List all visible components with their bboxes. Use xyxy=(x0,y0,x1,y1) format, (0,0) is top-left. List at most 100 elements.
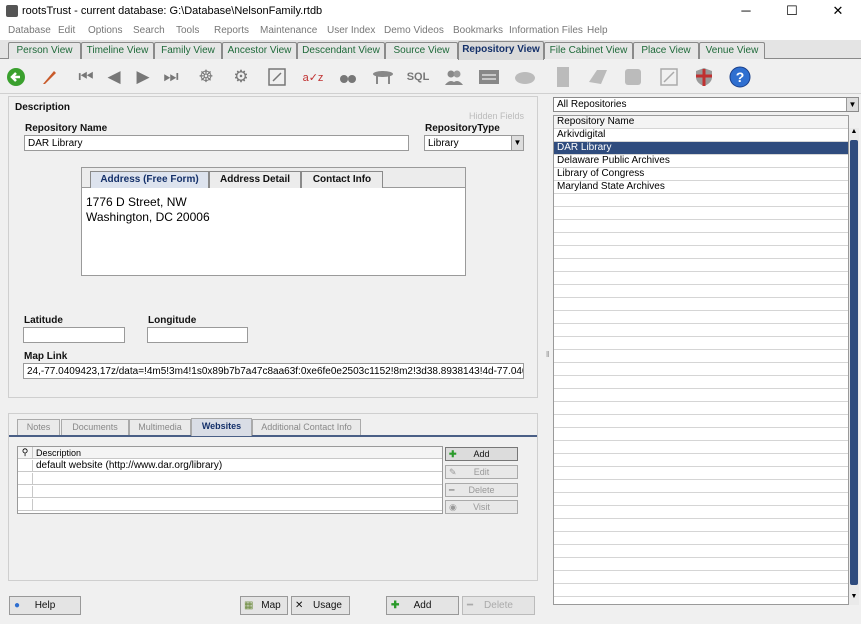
list-item[interactable]: Library of Congress xyxy=(554,168,848,181)
scroll-down-icon[interactable]: ▼ xyxy=(849,593,859,603)
last-record-icon[interactable]: ⏭ xyxy=(158,64,184,90)
empty-list-row xyxy=(554,259,848,272)
menu-tools[interactable]: Tools xyxy=(176,25,199,36)
menu-bookmarks[interactable]: Bookmarks xyxy=(453,25,503,36)
cloud-icon[interactable] xyxy=(512,64,538,90)
list-item[interactable]: Delaware Public Archives xyxy=(554,155,848,168)
maximize-button[interactable]: ☐ xyxy=(769,0,815,22)
shield-icon[interactable] xyxy=(691,64,717,90)
hidden-fields-label[interactable]: Hidden Fields xyxy=(469,111,524,121)
list-item[interactable]: Arkivdigital xyxy=(554,129,848,142)
elephant-icon[interactable] xyxy=(620,64,646,90)
gear-icon[interactable]: ⚙ xyxy=(228,64,254,90)
empty-list-row xyxy=(554,298,848,311)
table-row[interactable]: default website (http://www.dar.org/libr… xyxy=(18,460,442,472)
back-arrow-icon[interactable] xyxy=(3,64,29,90)
tab-family-view[interactable]: Family View xyxy=(154,42,222,59)
add-website-button[interactable]: ✚ Add xyxy=(445,447,518,461)
tab-place-view[interactable]: Place View xyxy=(633,42,699,59)
menu-maintenance[interactable]: Maintenance xyxy=(260,25,317,36)
map-button[interactable]: ▦ Map xyxy=(240,596,288,615)
ships-wheel-icon[interactable]: ☸ xyxy=(193,64,219,90)
longitude-input[interactable] xyxy=(147,327,248,343)
vertical-scrollbar[interactable]: ▲ ▼ xyxy=(849,128,859,605)
scroll-thumb[interactable] xyxy=(850,140,858,585)
table-cell[interactable]: default website (http://www.dar.org/libr… xyxy=(36,460,222,472)
latitude-input[interactable] xyxy=(23,327,125,343)
delete-website-label: Delete xyxy=(468,485,495,495)
tab-descendant-view[interactable]: Descendant View xyxy=(297,42,385,59)
menu-information-files[interactable]: Information Files xyxy=(509,25,583,36)
visit-website-button[interactable]: ◉ Visit xyxy=(445,500,518,514)
plus-icon: ✚ xyxy=(391,600,400,611)
scroll-up-icon[interactable]: ▲ xyxy=(849,128,859,138)
tab-address-detail[interactable]: Address Detail xyxy=(209,171,301,188)
minimize-button[interactable]: ─ xyxy=(723,0,769,22)
first-record-icon[interactable]: ⏮ xyxy=(73,64,99,90)
help-button[interactable]: ● Help xyxy=(9,596,81,615)
row-key-cell xyxy=(18,460,33,472)
quill-icon[interactable] xyxy=(36,64,62,90)
sql-icon[interactable]: SQL xyxy=(405,64,431,90)
tab-venue-view[interactable]: Venue View xyxy=(699,42,765,59)
spell-check-icon[interactable]: a✓z xyxy=(300,64,326,90)
menu-edit[interactable]: Edit xyxy=(58,25,75,36)
repository-name-input[interactable]: DAR Library xyxy=(24,135,409,151)
menu-demo-videos[interactable]: Demo Videos xyxy=(384,25,444,36)
menu-help[interactable]: Help xyxy=(587,25,608,36)
menu-database[interactable]: Database xyxy=(8,25,51,36)
menu-options[interactable]: Options xyxy=(88,25,122,36)
tab-address-free-form[interactable]: Address (Free Form) xyxy=(90,171,209,188)
table-row[interactable] xyxy=(18,499,442,511)
column-header-description[interactable]: Description xyxy=(36,447,81,459)
list-header[interactable]: Repository Name xyxy=(554,116,848,129)
tab-ancestor-view[interactable]: Ancestor View xyxy=(222,42,297,59)
tab-divider xyxy=(9,435,537,437)
binoculars-icon[interactable] xyxy=(335,64,361,90)
repository-type-label: RepositoryType xyxy=(425,123,500,134)
tab-timeline-view[interactable]: Timeline View xyxy=(81,42,154,59)
tab-websites[interactable]: Websites xyxy=(191,418,252,436)
repository-type-select[interactable]: Library ▼ xyxy=(424,135,524,151)
menu-search[interactable]: Search xyxy=(133,25,165,36)
menu-user-index[interactable]: User Index xyxy=(327,25,375,36)
table-row[interactable] xyxy=(18,473,442,485)
repository-filter-select[interactable]: All Repositories ▼ xyxy=(553,97,859,112)
tab-notes[interactable]: Notes xyxy=(17,419,60,435)
next-record-icon[interactable]: ▶ xyxy=(130,64,156,90)
address-text-area[interactable]: 1776 D Street, NW Washington, DC 20006 xyxy=(86,195,210,225)
menu-reports[interactable]: Reports xyxy=(214,25,249,36)
chevron-down-icon[interactable]: ▼ xyxy=(846,98,858,111)
close-button[interactable]: ✕ xyxy=(815,0,861,22)
empty-list-row xyxy=(554,389,848,402)
expand-icon[interactable] xyxy=(264,64,290,90)
tab-file-cabinet-view[interactable]: File Cabinet View xyxy=(544,42,633,59)
usage-button[interactable]: ✕ Usage xyxy=(291,596,350,615)
previous-record-icon[interactable]: ◀ xyxy=(101,64,127,90)
chevron-down-icon[interactable]: ▼ xyxy=(511,136,523,150)
edit-website-button[interactable]: ✎ Edit xyxy=(445,465,518,479)
tab-documents[interactable]: Documents xyxy=(61,419,129,435)
delete-website-button[interactable]: ━ Delete xyxy=(445,483,518,497)
page-icon[interactable] xyxy=(550,64,576,90)
resize-icon[interactable] xyxy=(656,64,682,90)
tab-person-view[interactable]: Person View xyxy=(8,42,81,59)
tab-contact-info[interactable]: Contact Info xyxy=(301,171,383,188)
eraser-icon[interactable] xyxy=(585,64,611,90)
list-item[interactable]: Maryland State Archives xyxy=(554,181,848,194)
tab-multimedia[interactable]: Multimedia xyxy=(129,419,191,435)
people-icon[interactable] xyxy=(441,64,467,90)
add-button[interactable]: ✚ Add xyxy=(386,596,459,615)
tab-source-view[interactable]: Source View xyxy=(385,42,458,59)
help-icon[interactable]: ? xyxy=(727,64,753,90)
delete-button[interactable]: ━ Delete xyxy=(462,596,535,615)
tab-additional-contact-info[interactable]: Additional Contact Info xyxy=(252,419,361,435)
tab-repository-view[interactable]: Repository View xyxy=(458,41,544,60)
list-item-selected[interactable]: DAR Library xyxy=(554,142,848,155)
id-card-icon[interactable] xyxy=(476,64,502,90)
splitter-handle[interactable]: ‖ xyxy=(546,350,550,364)
table-icon[interactable] xyxy=(370,64,396,90)
pencil-icon: ✎ xyxy=(449,467,457,477)
table-row[interactable] xyxy=(18,486,442,498)
map-link-input[interactable]: 24,-77.0409423,17z/data=!4m5!3m4!1s0x89b… xyxy=(23,363,524,379)
